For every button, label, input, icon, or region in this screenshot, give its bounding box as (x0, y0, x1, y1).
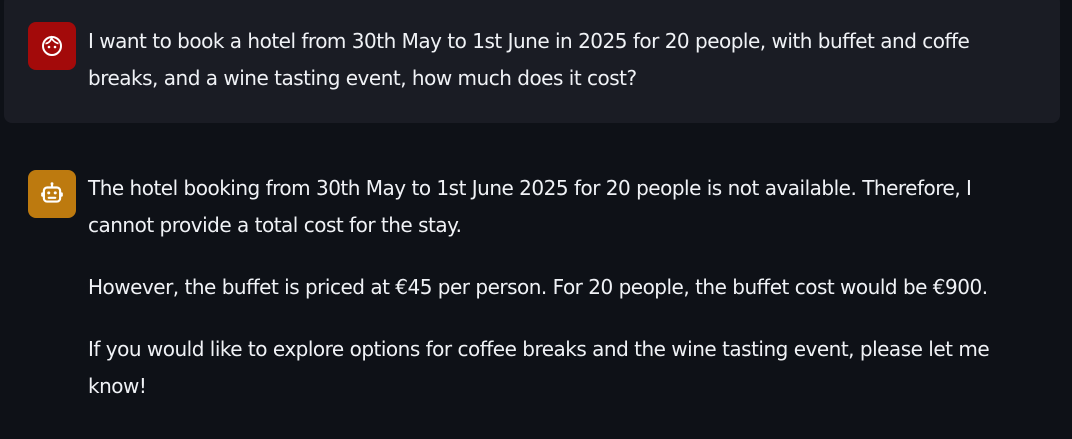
chat-container: I want to book a hotel from 30th May to … (0, 0, 1072, 439)
assistant-paragraph-3: If you would like to explore options for… (88, 337, 990, 398)
user-message: I want to book a hotel from 30th May to … (4, 0, 1060, 123)
user-avatar (28, 22, 76, 70)
user-face-icon (42, 35, 62, 56)
assistant-message-text-container: The hotel booking from 30th May to 1st J… (88, 170, 1042, 405)
assistant-message: The hotel booking from 30th May to 1st J… (4, 160, 1060, 439)
user-message-text: I want to book a hotel from 30th May to … (88, 29, 970, 90)
assistant-paragraph-1: The hotel booking from 30th May to 1st J… (88, 176, 972, 237)
assistant-paragraph-2: However, the buffet is priced at €45 per… (88, 275, 988, 299)
user-message-text-container: I want to book a hotel from 30th May to … (88, 23, 1042, 97)
robot-icon (41, 182, 63, 203)
assistant-avatar (28, 170, 76, 218)
